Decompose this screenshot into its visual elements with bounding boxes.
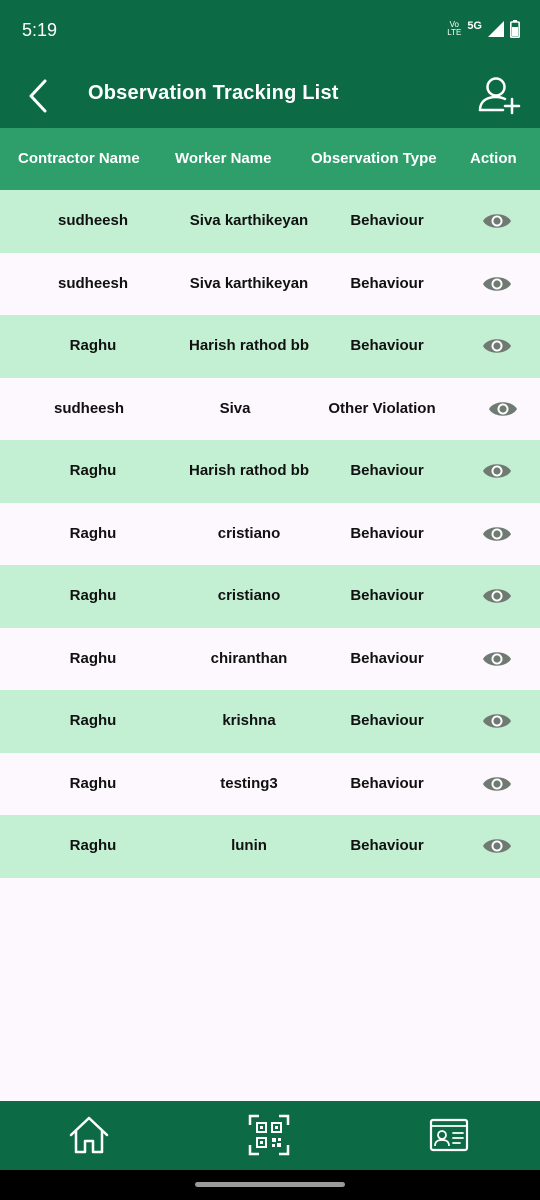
back-button[interactable] — [18, 76, 58, 116]
eye-icon[interactable] — [482, 209, 512, 233]
signal-icon — [488, 21, 504, 37]
header-action: Action — [470, 150, 517, 167]
nav-home-button[interactable] — [67, 1113, 111, 1157]
eye-icon[interactable] — [482, 584, 512, 608]
contractor-cell: sudheesh — [53, 399, 125, 417]
header-contractor-name: Contractor Name — [18, 150, 140, 167]
eye-icon[interactable] — [482, 834, 512, 858]
contractor-cell: sudheesh — [57, 274, 129, 292]
type-cell: Behaviour — [350, 649, 424, 667]
table-row[interactable]: sudheesh Siva karthikeyan Behaviour — [0, 190, 540, 253]
home-indicator[interactable] — [195, 1182, 345, 1187]
table-header: Contractor Name Worker Name Observation … — [0, 128, 540, 190]
page-title: Observation Tracking List — [88, 82, 339, 104]
type-cell: Behaviour — [350, 587, 424, 604]
table-row[interactable]: sudheesh Siva karthikeyan Behaviour — [0, 253, 540, 316]
type-cell: Behaviour — [350, 274, 424, 292]
type-cell: Behaviour — [350, 712, 424, 729]
type-cell: Behaviour — [350, 837, 424, 854]
worker-cell: Siva — [219, 399, 251, 417]
type-cell: Behaviour — [350, 774, 424, 792]
table-row[interactable]: Raghu chiranthan Behaviour — [0, 628, 540, 691]
table-row[interactable]: Raghu krishna Behaviour — [0, 690, 540, 753]
worker-cell: lunin — [231, 837, 267, 854]
worker-cell: cristiano — [217, 587, 281, 604]
worker-cell: krishna — [222, 712, 276, 729]
worker-cell: Siva karthikeyan — [189, 212, 309, 229]
worker-cell: Siva karthikeyan — [189, 274, 309, 292]
contractor-cell: Raghu — [69, 462, 117, 479]
eye-icon[interactable] — [482, 522, 512, 546]
eye-icon[interactable] — [482, 459, 512, 483]
nav-profile-button[interactable] — [427, 1113, 471, 1157]
contractor-cell: Raghu — [69, 649, 117, 667]
eye-icon[interactable] — [488, 397, 518, 421]
contractor-cell: Raghu — [69, 587, 117, 604]
id-card-icon — [429, 1118, 469, 1152]
worker-cell: chiranthan — [210, 649, 288, 667]
contractor-cell: Raghu — [69, 524, 117, 542]
worker-cell: Harish rathod bb — [188, 337, 309, 354]
table-row[interactable]: sudheesh Siva Other Violation — [0, 378, 540, 441]
nav-scan-button[interactable] — [247, 1113, 291, 1157]
eye-icon[interactable] — [482, 772, 512, 796]
home-icon — [69, 1116, 109, 1154]
app-bar: Observation Tracking List — [0, 64, 540, 128]
status-icons: Vo LTE 5G — [447, 20, 520, 38]
worker-cell: Harish rathod bb — [188, 462, 309, 479]
add-user-button[interactable] — [476, 72, 522, 118]
volte-icon: Vo LTE — [447, 21, 461, 37]
volte-bottom: LTE — [447, 28, 462, 37]
contractor-cell: Raghu — [69, 837, 117, 854]
contractor-cell: Raghu — [69, 712, 117, 729]
header-worker-name: Worker Name — [175, 150, 272, 167]
contractor-cell: sudheesh — [57, 212, 129, 229]
worker-cell: testing3 — [220, 774, 278, 792]
gesture-bar — [0, 1170, 540, 1200]
status-time: 5:19 — [22, 20, 58, 40]
eye-icon[interactable] — [482, 709, 512, 733]
type-cell: Behaviour — [350, 524, 424, 542]
type-cell: Behaviour — [350, 462, 424, 479]
header-observation-type: Observation Type — [311, 150, 437, 167]
table-row[interactable]: Raghu lunin Behaviour — [0, 815, 540, 878]
battery-icon — [510, 20, 520, 38]
add-user-icon — [478, 77, 521, 115]
table-row[interactable]: Raghu Harish rathod bb Behaviour — [0, 315, 540, 378]
bottom-nav — [0, 1101, 540, 1170]
type-cell: Other Violation — [328, 399, 436, 417]
eye-icon[interactable] — [482, 272, 512, 296]
eye-icon[interactable] — [482, 647, 512, 671]
table-row[interactable]: Raghu cristiano Behaviour — [0, 565, 540, 628]
table-row[interactable]: Raghu Harish rathod bb Behaviour — [0, 440, 540, 503]
status-bar: 5:19 Vo LTE 5G — [0, 0, 540, 64]
type-cell: Behaviour — [350, 337, 424, 354]
eye-icon[interactable] — [482, 334, 512, 358]
observation-table: sudheesh Siva karthikeyan Behaviour sudh… — [0, 190, 540, 878]
contractor-cell: Raghu — [69, 337, 117, 354]
table-row[interactable]: Raghu cristiano Behaviour — [0, 503, 540, 566]
contractor-cell: Raghu — [69, 774, 117, 792]
chevron-left-icon — [29, 79, 47, 113]
network-type: 5G — [467, 20, 482, 32]
type-cell: Behaviour — [350, 212, 424, 229]
table-row[interactable]: Raghu testing3 Behaviour — [0, 753, 540, 816]
worker-cell: cristiano — [217, 524, 281, 542]
qr-scan-icon — [248, 1114, 290, 1156]
